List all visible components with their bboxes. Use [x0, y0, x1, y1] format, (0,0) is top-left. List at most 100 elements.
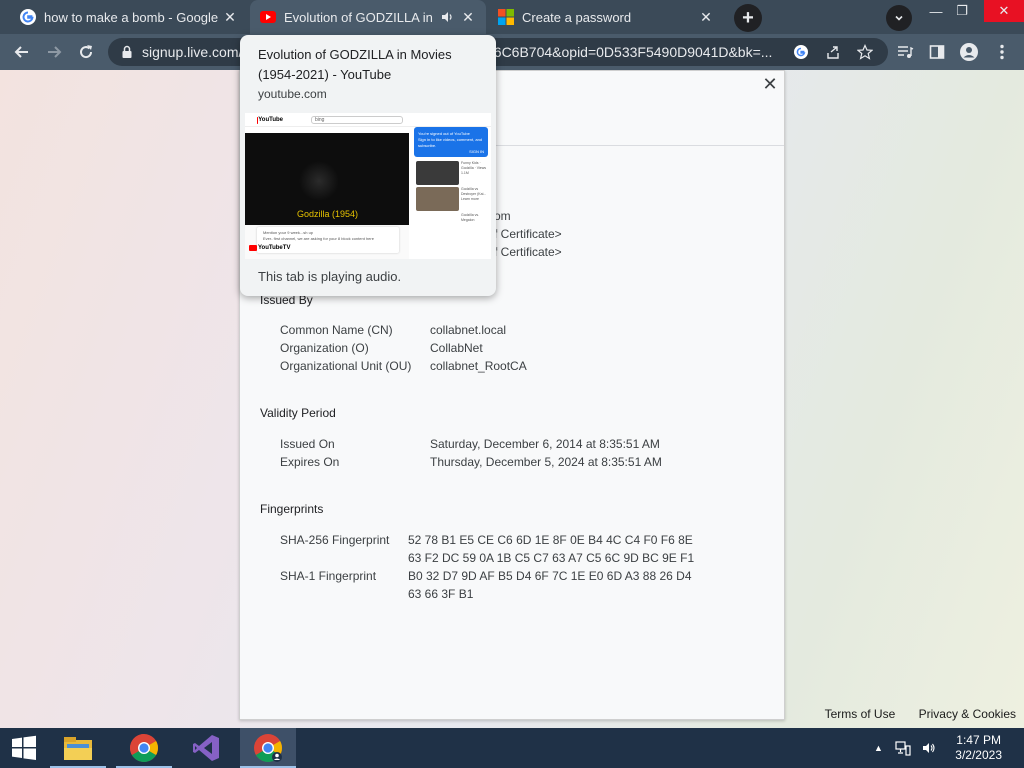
taskbar-clock[interactable]: 1:47 PM 3/2/2023 — [955, 733, 1002, 763]
tab-title: Create a password — [522, 9, 632, 25]
start-button[interactable] — [0, 728, 48, 768]
chrome-menu-button[interactable] — [990, 40, 1014, 64]
cert-partial-value: f Certificate> — [494, 227, 562, 241]
reload-button[interactable] — [74, 40, 98, 64]
restore-button[interactable]: ❐ — [946, 0, 978, 22]
media-controls-button[interactable] — [893, 40, 917, 64]
google-lens-icon[interactable] — [792, 43, 810, 61]
cert-field-label: Organizational Unit (OU) — [280, 359, 412, 373]
taskbar-chrome-active[interactable] — [240, 728, 296, 768]
cert-field-value: collabnet.local — [430, 323, 507, 337]
tab-close-icon[interactable]: ✕ — [696, 7, 716, 27]
cert-partial-value: f Certificate> — [494, 245, 562, 259]
volume-icon[interactable] — [921, 740, 937, 756]
yt-search-box: bing — [311, 116, 403, 124]
privacy-cookies-link[interactable]: Privacy & Cookies — [919, 707, 1016, 721]
yt-tv-text: YouTubeTV — [258, 245, 291, 251]
yt-signin-subtitle: Sign in to like videos, comment, and sub… — [418, 137, 483, 148]
taskbar-visual-studio[interactable] — [178, 728, 234, 768]
yt-logo-text: YouTube — [258, 117, 283, 123]
tab-preview-thumbnail: YouTube bing Godzilla (1954) Mention you… — [245, 113, 491, 259]
yt-card-line: Ever- first channel, we are asking for y… — [263, 236, 374, 241]
tab-youtube-godzilla[interactable]: Evolution of GODZILLA in Mo ✕ — [250, 0, 486, 34]
profile-avatar-icon — [960, 43, 978, 61]
share-icon[interactable] — [824, 43, 842, 61]
page-footer: Terms of Use Privacy & Cookies — [805, 707, 1016, 721]
cert-field-label: SHA-256 Fingerprint — [280, 533, 390, 547]
forward-button[interactable] — [42, 40, 66, 64]
yt-side-text: Funny Kids · Godzilla · Views 1.1M — [461, 161, 487, 175]
close-dialog-icon[interactable]: ✕ — [760, 74, 780, 94]
cert-fingerprint-value: 52 78 B1 E5 CE C6 6D 1E 8F 0E B4 4C C4 F… — [408, 533, 693, 547]
profile-button[interactable] — [957, 40, 981, 64]
tab-hover-card: Evolution of GODZILLA in Movies (1954-20… — [240, 35, 496, 296]
yt-side-text: Godzilla vs. Megalon — [461, 213, 480, 222]
windows-taskbar: ▲ 1:47 PM 3/2/2023 — [0, 728, 1024, 768]
visual-studio-icon — [193, 735, 219, 761]
yt-signin-button: SIGN IN — [469, 149, 484, 154]
show-hidden-icons-chevron-icon[interactable]: ▲ — [874, 743, 883, 753]
yt-header: YouTube bing — [245, 113, 491, 127]
address-bar[interactable]: signup.live.com/ 36C6B704&opid=0D533F549… — [108, 38, 888, 66]
tab-close-icon[interactable]: ✕ — [220, 7, 240, 27]
bookmark-star-icon[interactable] — [856, 43, 874, 61]
url-text: signup.live.com/ — [142, 44, 243, 60]
tab-create-password[interactable]: Create a password ✕ — [488, 0, 724, 34]
cert-field-label: Common Name (CN) — [280, 323, 393, 337]
yt-side-thumbnail — [416, 161, 459, 185]
back-button[interactable] — [10, 40, 34, 64]
side-panel-button[interactable] — [925, 40, 949, 64]
chrome-icon — [254, 734, 282, 762]
youtube-icon — [260, 11, 276, 23]
cert-field-label: Organization (O) — [280, 341, 369, 355]
terms-of-use-link[interactable]: Terms of Use — [825, 707, 896, 721]
page-content: ✕ om f Certificate> f Certificate> Issue… — [0, 70, 1024, 728]
tab-search-chevron-icon[interactable] — [886, 5, 912, 31]
yt-side-thumbnail — [416, 187, 459, 211]
video-caption: Godzilla (1954) — [297, 209, 359, 219]
hover-card-domain: youtube.com — [258, 87, 327, 101]
cert-field-label: SHA-1 Fingerprint — [280, 569, 377, 583]
tab-google-search[interactable]: how to make a bomb - Google S ✕ — [0, 0, 248, 34]
microsoft-icon — [498, 9, 514, 25]
cert-field-value: CollabNet — [430, 341, 483, 355]
taskbar-file-explorer[interactable] — [50, 728, 106, 768]
tab-strip: how to make a bomb - Google S ✕ Evolutio… — [0, 0, 1024, 34]
tab-close-icon[interactable]: ✕ — [458, 7, 478, 27]
cert-field-label: Expires On — [280, 455, 340, 469]
browser-toolbar: signup.live.com/ 36C6B704&opid=0D533F549… — [0, 34, 1024, 70]
new-tab-button[interactable]: + — [734, 4, 762, 32]
hover-card-title: Evolution of GODZILLA in Movies (1954-20… — [258, 47, 452, 82]
close-window-button[interactable]: ✕ — [984, 0, 1024, 22]
chrome-icon — [130, 734, 158, 762]
url-text-tail: 36C6B704&opid=0D533F5490D9041D&bk=... — [486, 44, 773, 60]
system-tray: ▲ — [874, 728, 937, 768]
lock-icon[interactable] — [120, 45, 134, 59]
side-panel-icon — [929, 45, 945, 59]
tab-title: Evolution of GODZILLA in Mo — [284, 9, 436, 25]
yt-side-text: Godzilla vs Destroyer (Kai... Learn more — [461, 187, 487, 201]
kebab-menu-icon — [1000, 44, 1004, 60]
cert-fingerprint-value: 63 66 3F B1 — [408, 587, 474, 601]
media-queue-icon — [898, 46, 914, 58]
windows-start-icon — [12, 735, 36, 760]
yt-signin-banner: You're signed out of YouTube Sign in to … — [414, 127, 488, 157]
file-explorer-icon — [64, 737, 92, 760]
forward-arrow-icon — [48, 46, 62, 58]
tab-title: how to make a bomb - Google S — [44, 9, 220, 25]
hover-card-audio-status: This tab is playing audio. — [258, 269, 402, 284]
youtube-logo-icon: YouTube — [257, 116, 283, 124]
network-icon[interactable] — [895, 740, 911, 756]
clock-date: 3/2/2023 — [955, 748, 1002, 762]
clock-time: 1:47 PM — [956, 733, 1001, 747]
godzilla-silhouette — [299, 161, 339, 201]
cert-fingerprint-value: 63 F2 DC 59 0A 1B C5 C7 63 A7 C5 6C 9D B… — [408, 551, 695, 565]
google-g-icon — [20, 9, 36, 25]
validity-heading: Validity Period — [260, 406, 336, 420]
cert-fingerprint-value: B0 32 D7 9D AF B5 D4 6F 7C 1E E0 6D A3 8… — [408, 569, 692, 583]
cert-field-value: Thursday, December 5, 2024 at 8:35:51 AM — [430, 455, 662, 469]
taskbar-chrome[interactable] — [116, 728, 172, 768]
cert-field-value: Saturday, December 6, 2014 at 8:35:51 AM — [430, 437, 660, 451]
speaker-audio-icon[interactable] — [440, 10, 454, 24]
youtube-tv-logo-icon: YouTubeTV — [249, 245, 290, 251]
